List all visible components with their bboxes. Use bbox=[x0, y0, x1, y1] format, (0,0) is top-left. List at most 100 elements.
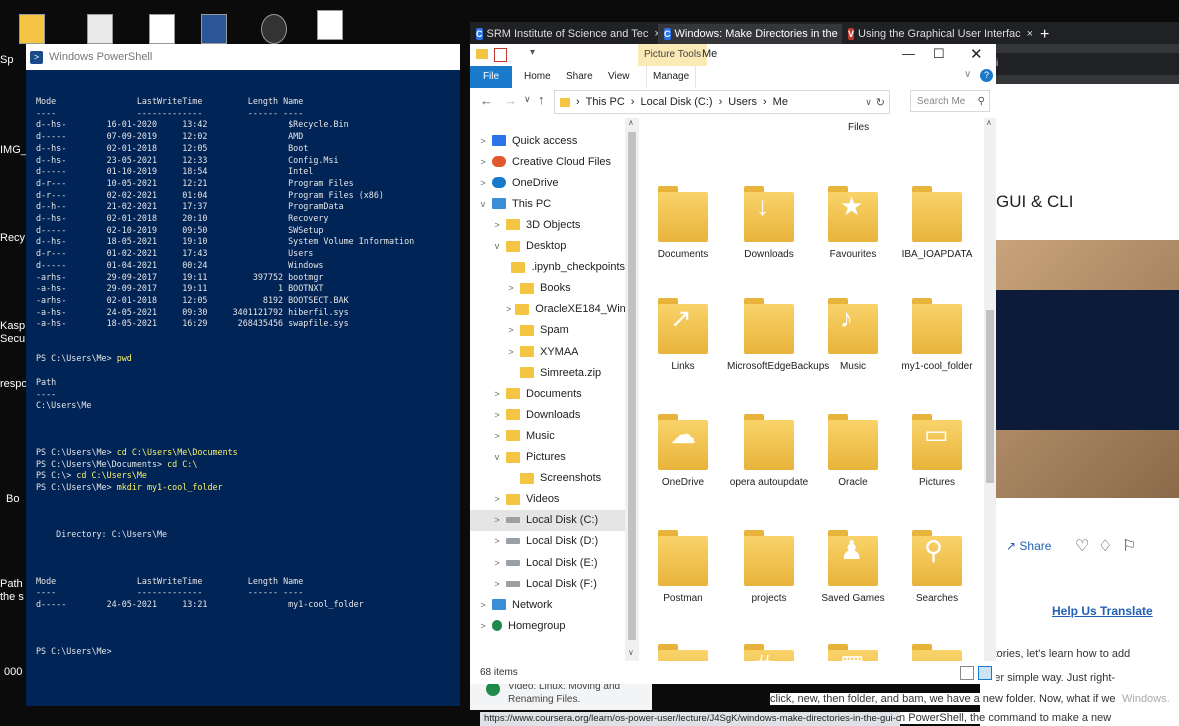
folder-item-downloads[interactable]: ↓ Downloads bbox=[727, 184, 811, 261]
navigation-scrollbar[interactable]: ∧ ∨ bbox=[625, 118, 639, 661]
desktop-icon[interactable] bbox=[80, 14, 120, 44]
folder-item-partial[interactable]: # bbox=[727, 642, 811, 661]
powershell-window[interactable]: > Windows PowerShell Mode LastWriteTime … bbox=[26, 44, 460, 706]
breadcrumb-local-disk[interactable]: Local Disk (C:) bbox=[640, 96, 712, 108]
nav-item-pictures[interactable]: v Pictures bbox=[470, 447, 625, 468]
nav-item-spam[interactable]: > Spam bbox=[470, 320, 625, 341]
nav-item-documents[interactable]: > Documents bbox=[470, 383, 625, 404]
tab-windows-directories[interactable]: CWindows: Make Directories in the× bbox=[658, 24, 842, 44]
properties-icon[interactable] bbox=[494, 48, 507, 62]
search-box[interactable]: Search Me ⚲ bbox=[910, 90, 990, 112]
file-explorer-window[interactable]: ▾ Picture Tools Me — ☐ ✕ File Home Share… bbox=[470, 44, 996, 684]
recent-locations-icon[interactable]: ∨ bbox=[524, 94, 531, 105]
chevron-down-icon[interactable]: v bbox=[492, 452, 502, 462]
chevron-right-icon[interactable]: > bbox=[492, 494, 502, 504]
nav-item-creative-cloud-files[interactable]: > Creative Cloud Files bbox=[470, 151, 625, 172]
address-dropdown-icon[interactable]: ∨ bbox=[865, 97, 872, 108]
chevron-right-icon[interactable]: > bbox=[492, 579, 502, 589]
nav-item-downloads[interactable]: > Downloads bbox=[470, 404, 625, 425]
nav-item-xymaa[interactable]: > XYMAA bbox=[470, 341, 625, 362]
folder-item-music[interactable]: ♪ Music bbox=[811, 296, 895, 373]
folder-item-links[interactable]: ↗ Links bbox=[641, 296, 725, 373]
chevron-right-icon[interactable]: > bbox=[492, 431, 502, 441]
scroll-down-icon[interactable]: ∨ bbox=[628, 648, 634, 657]
close-button[interactable]: ✕ bbox=[970, 45, 983, 63]
file-list-scrollbar[interactable]: ∧ bbox=[984, 118, 996, 661]
nav-item-desktop[interactable]: v Desktop bbox=[470, 236, 625, 257]
navigation-pane[interactable]: > Quick access > Creative Cloud Files > OneDr… bbox=[470, 118, 638, 661]
nav-item-local-disk-d[interactable]: > Local Disk (D:) bbox=[470, 531, 625, 552]
chevron-down-icon[interactable]: v bbox=[478, 199, 488, 209]
nav-item-books[interactable]: > Books bbox=[470, 278, 625, 299]
flag-icon[interactable]: ⚐ bbox=[1122, 536, 1136, 556]
chevron-right-icon[interactable]: > bbox=[492, 410, 502, 420]
nav-item-local-disk-f[interactable]: > Local Disk (F:) bbox=[470, 573, 625, 594]
breadcrumb-users[interactable]: Users bbox=[728, 96, 757, 108]
tab-manage[interactable]: Manage bbox=[646, 66, 697, 88]
folder-item-pictures[interactable]: ▭ Pictures bbox=[895, 412, 979, 489]
folder-item-searches[interactable]: ⚲ Searches bbox=[895, 528, 979, 605]
details-view-icon[interactable] bbox=[960, 666, 974, 680]
tab-file[interactable]: File bbox=[470, 66, 512, 88]
folder-item-onedrive[interactable]: ☁ OneDrive bbox=[641, 412, 725, 489]
chevron-right-icon[interactable]: > bbox=[492, 515, 502, 525]
disc-icon[interactable] bbox=[254, 14, 294, 44]
tab-view[interactable]: View bbox=[608, 66, 630, 88]
address-bar[interactable]: i bbox=[990, 53, 1179, 75]
minimize-button[interactable]: — bbox=[902, 46, 915, 61]
like-icon[interactable]: ♡ bbox=[1075, 536, 1089, 556]
chevron-right-icon[interactable]: > bbox=[492, 220, 502, 230]
nav-item-ipynb-checkpoints[interactable]: .ipynb_checkpoints bbox=[470, 257, 625, 278]
scroll-thumb[interactable] bbox=[628, 132, 636, 640]
up-button[interactable]: ↑ bbox=[538, 92, 545, 107]
help-icon[interactable]: ? bbox=[980, 69, 993, 82]
folder-item-microsoftedgebackups[interactable]: MicrosoftEdgeBackups bbox=[727, 296, 829, 373]
chevron-right-icon[interactable]: > bbox=[478, 621, 488, 631]
folder-item-postman[interactable]: Postman bbox=[641, 528, 725, 605]
chevron-right-icon[interactable]: > bbox=[478, 136, 488, 146]
folder-item-oracle[interactable]: Oracle bbox=[811, 412, 895, 489]
folder-item-partial[interactable]: ▦ bbox=[811, 642, 895, 661]
desktop-icon[interactable] bbox=[12, 14, 52, 44]
quick-access-dropdown[interactable]: ▾ bbox=[530, 47, 535, 58]
chevron-right-icon[interactable]: > bbox=[492, 558, 502, 568]
desktop-icon[interactable] bbox=[142, 14, 182, 44]
chevron-right-icon[interactable]: > bbox=[478, 157, 488, 167]
folder-item-saved-games[interactable]: ♟ Saved Games bbox=[811, 528, 895, 605]
share-button[interactable]: ↗ Share bbox=[1006, 539, 1051, 553]
scroll-up-icon[interactable]: ∧ bbox=[628, 118, 634, 127]
nav-item-simreeta-zip[interactable]: Simreeta.zip bbox=[470, 362, 625, 383]
folder-item-iba-ioapdata[interactable]: IBA_IOAPDATA bbox=[895, 184, 979, 261]
nav-item-this-pc[interactable]: v This PC bbox=[470, 193, 625, 214]
nav-item-homegroup[interactable]: > Homegroup bbox=[470, 615, 625, 636]
chevron-right-icon[interactable]: > bbox=[478, 600, 488, 610]
forward-button[interactable]: → bbox=[504, 93, 517, 108]
explorer-titlebar[interactable]: ▾ Picture Tools Me — ☐ ✕ bbox=[470, 44, 996, 66]
nav-item-onedrive[interactable]: > OneDrive bbox=[470, 172, 625, 193]
tab-home[interactable]: Home bbox=[524, 66, 551, 88]
folder-item-partial[interactable] bbox=[895, 642, 979, 661]
breadcrumb-this-pc[interactable]: This PC bbox=[586, 96, 625, 108]
chevron-right-icon[interactable]: > bbox=[506, 283, 516, 293]
nav-item-network[interactable]: > Network bbox=[470, 594, 625, 615]
nav-item-music[interactable]: > Music bbox=[470, 425, 625, 446]
nav-item-screenshots[interactable]: Screenshots bbox=[470, 468, 625, 489]
nav-item-local-disk-c[interactable]: > Local Disk (C:) bbox=[470, 509, 625, 531]
help-translate-link[interactable]: Help Us Translate bbox=[1052, 604, 1153, 618]
refresh-icon[interactable]: ↻ bbox=[876, 96, 885, 109]
chevron-down-icon[interactable]: v bbox=[492, 241, 502, 251]
nav-item-3d-objects[interactable]: >3D Objects bbox=[470, 214, 625, 235]
chevron-right-icon[interactable]: > bbox=[492, 536, 502, 546]
file-list-view[interactable]: Files Documents ↓ Downloads ★ Favourites IBA_… bbox=[639, 118, 984, 661]
folder-item-documents[interactable]: Documents bbox=[641, 184, 725, 261]
chevron-right-icon[interactable]: > bbox=[506, 325, 516, 335]
tab-srm[interactable]: C SRM Institute of Science and Tec × bbox=[470, 24, 658, 44]
maximize-button[interactable]: ☐ bbox=[933, 46, 945, 62]
scroll-thumb[interactable] bbox=[986, 310, 994, 483]
large-icons-view-icon[interactable] bbox=[978, 666, 992, 680]
nav-item-quick-access[interactable]: > Quick access bbox=[470, 130, 625, 151]
chevron-right-icon[interactable]: > bbox=[492, 389, 502, 399]
word-icon[interactable] bbox=[194, 14, 234, 44]
new-tab-button[interactable]: + bbox=[1032, 26, 1057, 44]
ribbon-expand-icon[interactable]: ∨ bbox=[964, 69, 971, 80]
